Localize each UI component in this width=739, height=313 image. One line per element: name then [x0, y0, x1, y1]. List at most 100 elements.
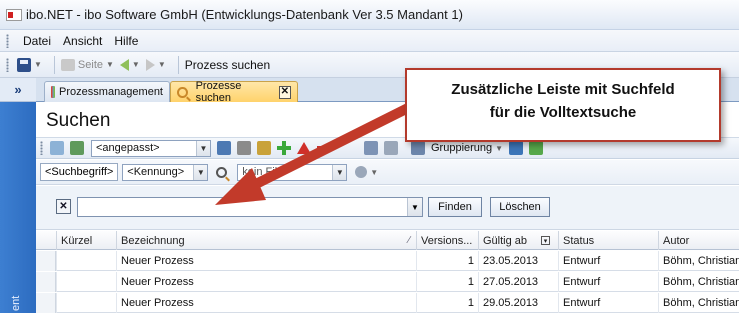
table-row[interactable]: Neuer Prozess 1 27.05.2013 Entwurf Böhm,… [36, 272, 739, 292]
find-button[interactable]: Finden [428, 197, 482, 217]
remove-icon[interactable] [317, 145, 331, 151]
chevron-down-icon: ▼ [332, 164, 347, 180]
cell-autor: Böhm, Christian [658, 293, 739, 313]
close-search-bar-button[interactable]: ✕ [56, 199, 71, 214]
results-grid: Kürzel Bezeichnung ∕ Versions... Gültig … [36, 231, 739, 313]
fulltext-search-input[interactable] [77, 197, 423, 217]
search-icon [177, 86, 188, 98]
toolbar-separator [53, 55, 55, 74]
refresh-view-icon[interactable] [70, 141, 84, 155]
cell-status: Entwurf [558, 272, 658, 292]
column-header-gueltig-ab[interactable]: Gültig ab ▾ [478, 231, 558, 250]
search-icon[interactable] [216, 166, 228, 178]
menu-ansicht[interactable]: Ansicht [57, 34, 108, 48]
chevron-down-icon: ▼ [157, 60, 166, 69]
column-filter-icon[interactable]: ▾ [541, 236, 551, 245]
print-icon[interactable] [384, 141, 398, 155]
column-label: Versions... [421, 234, 473, 247]
cell-gueltig-ab: 23.05.2013 [478, 251, 558, 271]
menu-datei[interactable]: Datei [17, 34, 57, 48]
chevron-down-icon: ▼ [495, 143, 504, 153]
tools-icon[interactable] [237, 141, 251, 155]
view-settings-icon[interactable] [50, 141, 64, 155]
column-header-status[interactable]: Status [558, 231, 658, 250]
filter-id-value: <Kennung> [127, 166, 185, 178]
chevron-down-icon[interactable]: ▼ [407, 198, 422, 216]
tab-prozessmanagement[interactable]: Prozessmanagement [44, 81, 170, 102]
tab-prozesse-suchen[interactable]: Prozesse suchen ✕ [170, 80, 298, 104]
row-selector[interactable] [36, 272, 56, 292]
callout-line-2: für die Volltextsuche [489, 104, 637, 121]
table-row[interactable]: Neuer Prozess 1 23.05.2013 Entwurf Böhm,… [36, 251, 739, 271]
close-tab-icon[interactable]: ✕ [278, 85, 291, 99]
fulltext-search-bar: ✕ ▼ Finden Löschen [36, 186, 739, 230]
chevron-down-icon: ▼ [131, 60, 140, 69]
view-select-value: <angepasst> [96, 142, 160, 154]
menu-hilfe[interactable]: Hilfe [108, 34, 144, 48]
cell-status: Entwurf [558, 293, 658, 313]
grouping-icon[interactable] [411, 141, 425, 155]
save-icon [17, 57, 31, 72]
toolbar-grip-icon [6, 57, 9, 72]
save-button[interactable]: ▼ [17, 57, 42, 72]
cell-status: Entwurf [558, 251, 658, 271]
chevron-down-icon: ▼ [34, 60, 42, 69]
title-bar: ibo.NET - ibo Software GmbH (Entwicklung… [0, 0, 739, 30]
edit-icon[interactable] [257, 141, 271, 155]
cell-version: 1 [416, 272, 478, 292]
left-navigation-pane: » [0, 78, 36, 313]
page-icon [60, 58, 75, 71]
row-selector[interactable] [36, 251, 56, 271]
column-label: Gültig ab [483, 234, 528, 247]
cell-kuerzel [56, 293, 116, 313]
cell-gueltig-ab: 29.05.2013 [478, 293, 558, 313]
sort-icon: ∕ [408, 235, 410, 246]
forward-button[interactable]: ▼ [145, 58, 166, 71]
view-select[interactable]: <angepasst> ▼ [91, 139, 211, 157]
back-arrow-icon [119, 58, 129, 71]
chevron-down-icon: ▼ [370, 167, 379, 177]
chevron-down-icon: ▼ [196, 140, 210, 156]
cell-autor: Böhm, Christian [658, 251, 739, 271]
filter-id-select[interactable]: <Kennung> ▼ [122, 163, 209, 181]
column-label: Kürzel [61, 234, 93, 247]
page-button[interactable]: Seite ▼ [60, 58, 114, 71]
column-header-bezeichnung[interactable]: Bezeichnung ∕ [116, 231, 416, 250]
toolbar-separator [177, 55, 179, 74]
column-label: Status [563, 234, 595, 247]
export-icon[interactable] [509, 141, 524, 155]
layout-icon[interactable] [217, 141, 231, 155]
column-header-version[interactable]: Versions... [416, 231, 478, 250]
cell-kuerzel [56, 251, 116, 271]
column-header-autor[interactable]: Autor [658, 231, 739, 250]
add-icon[interactable] [277, 141, 291, 155]
callout-line-1: Zusätzliche Leiste mit Suchfeld [451, 81, 675, 98]
nav-vertical-label: ent [10, 295, 22, 311]
cell-autor: Böhm, Christian [658, 272, 739, 292]
tab-label: Prozesse suchen [195, 80, 242, 104]
filter-searchterm-button[interactable]: <Suchbegriff> [40, 163, 119, 181]
clear-button[interactable]: Löschen [490, 197, 550, 217]
toolbar-grip-icon [40, 141, 43, 155]
copy-icon[interactable] [364, 141, 378, 155]
table-row[interactable]: Neuer Prozess 1 29.05.2013 Entwurf Böhm,… [36, 293, 739, 313]
row-selector[interactable] [36, 293, 56, 313]
connect-icon[interactable] [529, 141, 544, 155]
cell-version: 1 [416, 251, 478, 271]
filter-partial-select[interactable]: kein Fil ▼ [237, 163, 348, 181]
expand-nav-button[interactable]: » [0, 78, 36, 102]
cell-gueltig-ab: 27.05.2013 [478, 272, 558, 292]
grouping-button[interactable]: Gruppierung [431, 142, 492, 154]
back-button[interactable]: ▼ [119, 58, 140, 71]
cell-bezeichnung: Neuer Prozess [116, 293, 416, 313]
filter-partial-value: kein Fil [242, 166, 278, 178]
cell-bezeichnung: Neuer Prozess [116, 272, 416, 292]
grid-header: Kürzel Bezeichnung ∕ Versions... Gültig … [36, 231, 739, 250]
forward-arrow-icon [145, 58, 155, 71]
warning-icon[interactable] [297, 142, 311, 154]
filter-toolbar: <Suchbegriff> <Kennung> ▼ kein Fil ▼ ▼ [36, 160, 739, 185]
filter-options-icon[interactable] [355, 166, 368, 178]
location-label: Prozess suchen [184, 57, 271, 72]
column-header-kuerzel[interactable]: Kürzel [56, 231, 116, 250]
column-label: Autor [663, 234, 690, 247]
